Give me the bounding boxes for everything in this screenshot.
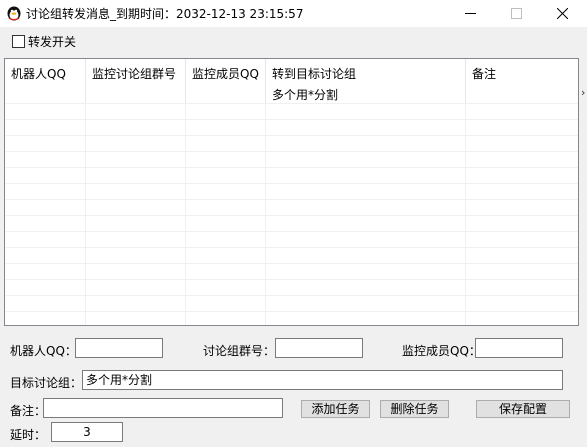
table-row[interactable] xyxy=(5,295,578,311)
delete-task-button[interactable]: 删除任务 xyxy=(380,400,449,418)
app-icon xyxy=(7,6,21,21)
minimize-icon xyxy=(465,13,476,14)
main-window: 讨论组转发消息_到期时间：2032-12-13 23:15:57 转发开关 机器… xyxy=(0,0,587,447)
window-title: 讨论组转发消息_到期时间：2032-12-13 23:15:57 xyxy=(26,7,304,21)
column-header-robot-qq[interactable]: 机器人QQ xyxy=(5,59,86,103)
table-row[interactable] xyxy=(5,247,578,263)
task-table[interactable]: 机器人QQ 监控讨论组群号 监控成员QQ 转到目标讨论组 多个用*分割 备注 xyxy=(4,58,579,326)
monitor-member-input[interactable] xyxy=(475,338,563,358)
monitor-member-label: 监控成员QQ： xyxy=(402,344,481,358)
table-header: 机器人QQ 监控讨论组群号 监控成员QQ 转到目标讨论组 多个用*分割 备注 xyxy=(5,59,578,103)
table-row[interactable] xyxy=(5,215,578,231)
robot-qq-input[interactable] xyxy=(75,338,163,358)
column-header-remark[interactable]: 备注 xyxy=(466,59,578,103)
robot-qq-label: 机器人QQ： xyxy=(10,344,77,358)
delay-label: 延时： xyxy=(10,428,47,442)
column-header-group-id[interactable]: 监控讨论组群号 xyxy=(86,59,186,103)
title-bar: 讨论组转发消息_到期时间：2032-12-13 23:15:57 xyxy=(0,0,587,27)
target-group-label: 目标讨论组： xyxy=(10,376,83,390)
forward-switch-label: 转发开关 xyxy=(28,34,77,49)
scroll-right-icon[interactable]: › xyxy=(581,86,585,99)
minimize-button[interactable] xyxy=(448,0,494,27)
table-row[interactable] xyxy=(5,183,578,199)
table-row[interactable] xyxy=(5,135,578,151)
group-id-label: 讨论组群号： xyxy=(203,344,276,358)
table-row[interactable] xyxy=(5,167,578,183)
table-row[interactable] xyxy=(5,119,578,135)
table-row[interactable] xyxy=(5,199,578,215)
close-icon xyxy=(557,8,568,19)
forward-switch-checkbox[interactable] xyxy=(12,34,25,48)
remark-input[interactable] xyxy=(43,398,283,418)
forward-switch[interactable]: 转发开关 xyxy=(12,33,76,49)
add-task-button[interactable]: 添加任务 xyxy=(301,400,370,418)
maximize-icon xyxy=(511,8,522,19)
column-header-target-group[interactable]: 转到目标讨论组 多个用*分割 xyxy=(266,59,466,103)
remark-label: 备注： xyxy=(10,404,47,418)
table-row[interactable] xyxy=(5,279,578,295)
table-row[interactable] xyxy=(5,263,578,279)
maximize-button[interactable] xyxy=(494,0,540,27)
close-button[interactable] xyxy=(540,0,586,27)
table-row[interactable] xyxy=(5,311,578,325)
table-body xyxy=(5,103,578,325)
delay-input[interactable]: 3 xyxy=(51,422,123,442)
save-config-button[interactable]: 保存配置 xyxy=(476,400,570,418)
table-row[interactable] xyxy=(5,103,578,119)
column-header-monitor-member[interactable]: 监控成员QQ xyxy=(186,59,266,103)
target-group-input[interactable]: 多个用*分割 xyxy=(82,370,563,390)
table-row[interactable] xyxy=(5,151,578,167)
group-id-input[interactable] xyxy=(275,338,363,358)
table-row[interactable] xyxy=(5,231,578,247)
